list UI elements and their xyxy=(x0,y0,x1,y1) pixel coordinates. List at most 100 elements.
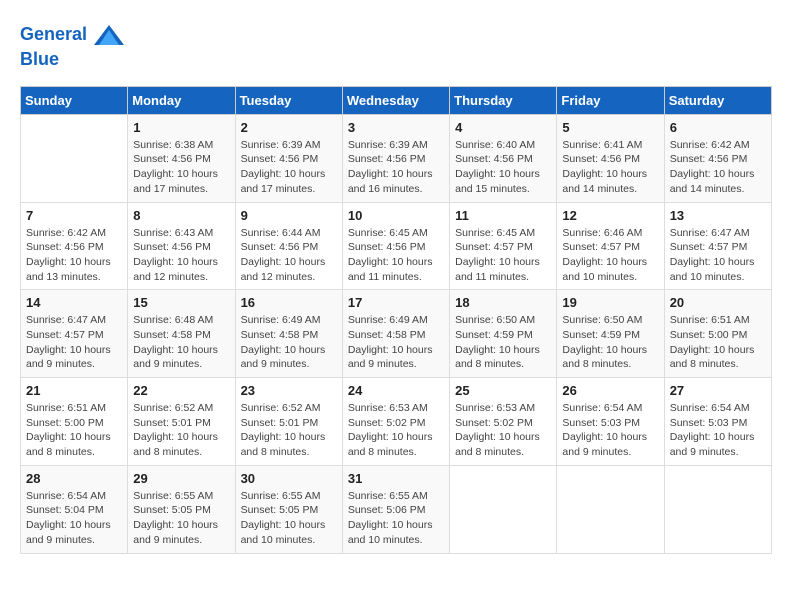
day-info: Sunrise: 6:55 AM Sunset: 5:05 PM Dayligh… xyxy=(133,489,229,548)
calendar-cell: 16Sunrise: 6:49 AM Sunset: 4:58 PM Dayli… xyxy=(235,290,342,378)
page-header: General Blue xyxy=(20,20,772,70)
day-info: Sunrise: 6:45 AM Sunset: 4:56 PM Dayligh… xyxy=(348,226,444,285)
day-info: Sunrise: 6:54 AM Sunset: 5:03 PM Dayligh… xyxy=(562,401,658,460)
calendar-cell xyxy=(21,114,128,202)
day-number: 23 xyxy=(241,383,337,398)
calendar-week-row: 28 Sunrise: 6:54 AM Sunset: 5:04 PM Dayli… xyxy=(21,465,772,553)
calendar-cell: 8 Sunrise: 6:43 AM Sunset: 4:56 PM Daylig… xyxy=(128,202,235,290)
day-info: Sunrise: 6:38 AM Sunset: 4:56 PM Dayligh… xyxy=(133,138,229,197)
day-number: 1 xyxy=(133,120,229,135)
day-number: 6 xyxy=(670,120,766,135)
day-info: Sunrise: 6:50 AM Sunset: 4:59 PM Dayligh… xyxy=(562,313,658,372)
day-number: 4 xyxy=(455,120,551,135)
calendar-cell: 30 Sunrise: 6:55 AM Sunset: 5:05 PM Dayli… xyxy=(235,465,342,553)
day-info: Sunrise: 6:51 AM Sunset: 5:00 PM Dayligh… xyxy=(26,401,122,460)
day-info: Sunrise: 6:53 AM Sunset: 5:02 PM Dayligh… xyxy=(348,401,444,460)
calendar-cell: 29Sunrise: 6:55 AM Sunset: 5:05 PM Dayli… xyxy=(128,465,235,553)
calendar-cell: 7 Sunrise: 6:42 AM Sunset: 4:56 PM Daylig… xyxy=(21,202,128,290)
day-number: 2 xyxy=(241,120,337,135)
day-info: Sunrise: 6:54 AM Sunset: 5:03 PM Dayligh… xyxy=(670,401,766,460)
day-info: Sunrise: 6:49 AM Sunset: 4:58 PM Dayligh… xyxy=(348,313,444,372)
logo-text2: Blue xyxy=(20,50,124,70)
day-info: Sunrise: 6:55 AM Sunset: 5:05 PM Dayligh… xyxy=(241,489,337,548)
day-number: 9 xyxy=(241,208,337,223)
day-number: 8 xyxy=(133,208,229,223)
day-info: Sunrise: 6:43 AM Sunset: 4:56 PM Dayligh… xyxy=(133,226,229,285)
calendar-cell: 22Sunrise: 6:52 AM Sunset: 5:01 PM Dayli… xyxy=(128,378,235,466)
calendar-cell: 17 Sunrise: 6:49 AM Sunset: 4:58 PM Dayli… xyxy=(342,290,449,378)
day-info: Sunrise: 6:48 AM Sunset: 4:58 PM Dayligh… xyxy=(133,313,229,372)
day-number: 20 xyxy=(670,295,766,310)
logo-text: General xyxy=(20,20,124,50)
day-info: Sunrise: 6:47 AM Sunset: 4:57 PM Dayligh… xyxy=(670,226,766,285)
day-info: Sunrise: 6:44 AM Sunset: 4:56 PM Dayligh… xyxy=(241,226,337,285)
day-info: Sunrise: 6:46 AM Sunset: 4:57 PM Dayligh… xyxy=(562,226,658,285)
calendar-cell: 24Sunrise: 6:53 AM Sunset: 5:02 PM Dayli… xyxy=(342,378,449,466)
day-number: 21 xyxy=(26,383,122,398)
day-info: Sunrise: 6:51 AM Sunset: 5:00 PM Dayligh… xyxy=(670,313,766,372)
logo: General Blue xyxy=(20,20,124,70)
weekday-header: Saturday xyxy=(664,86,771,114)
calendar-cell: 26 Sunrise: 6:54 AM Sunset: 5:03 PM Dayli… xyxy=(557,378,664,466)
day-number: 17 xyxy=(348,295,444,310)
day-info: Sunrise: 6:55 AM Sunset: 5:06 PM Dayligh… xyxy=(348,489,444,548)
calendar-cell: 18 Sunrise: 6:50 AM Sunset: 4:59 PM Dayli… xyxy=(450,290,557,378)
day-number: 27 xyxy=(670,383,766,398)
day-number: 11 xyxy=(455,208,551,223)
calendar-week-row: 21 Sunrise: 6:51 AM Sunset: 5:00 PM Dayli… xyxy=(21,378,772,466)
day-number: 28 xyxy=(26,471,122,486)
weekday-header: Monday xyxy=(128,86,235,114)
day-number: 25 xyxy=(455,383,551,398)
calendar-cell: 31Sunrise: 6:55 AM Sunset: 5:06 PM Dayli… xyxy=(342,465,449,553)
calendar-cell: 10Sunrise: 6:45 AM Sunset: 4:56 PM Dayli… xyxy=(342,202,449,290)
day-number: 7 xyxy=(26,208,122,223)
day-info: Sunrise: 6:53 AM Sunset: 5:02 PM Dayligh… xyxy=(455,401,551,460)
day-number: 19 xyxy=(562,295,658,310)
day-info: Sunrise: 6:39 AM Sunset: 4:56 PM Dayligh… xyxy=(241,138,337,197)
calendar-cell xyxy=(557,465,664,553)
calendar-cell: 23 Sunrise: 6:52 AM Sunset: 5:01 PM Dayli… xyxy=(235,378,342,466)
calendar-week-row: 14 Sunrise: 6:47 AM Sunset: 4:57 PM Dayli… xyxy=(21,290,772,378)
calendar-cell: 11Sunrise: 6:45 AM Sunset: 4:57 PM Dayli… xyxy=(450,202,557,290)
calendar-cell: 19 Sunrise: 6:50 AM Sunset: 4:59 PM Dayli… xyxy=(557,290,664,378)
calendar-week-row: 1 Sunrise: 6:38 AM Sunset: 4:56 PM Daylig… xyxy=(21,114,772,202)
calendar-cell xyxy=(664,465,771,553)
day-number: 5 xyxy=(562,120,658,135)
day-number: 15 xyxy=(133,295,229,310)
calendar-cell: 14 Sunrise: 6:47 AM Sunset: 4:57 PM Dayli… xyxy=(21,290,128,378)
day-number: 12 xyxy=(562,208,658,223)
calendar-cell: 13 Sunrise: 6:47 AM Sunset: 4:57 PM Dayli… xyxy=(664,202,771,290)
weekday-header: Thursday xyxy=(450,86,557,114)
calendar-week-row: 7 Sunrise: 6:42 AM Sunset: 4:56 PM Daylig… xyxy=(21,202,772,290)
calendar-cell: 28 Sunrise: 6:54 AM Sunset: 5:04 PM Dayli… xyxy=(21,465,128,553)
day-number: 18 xyxy=(455,295,551,310)
day-info: Sunrise: 6:50 AM Sunset: 4:59 PM Dayligh… xyxy=(455,313,551,372)
calendar-cell: 25 Sunrise: 6:53 AM Sunset: 5:02 PM Dayli… xyxy=(450,378,557,466)
calendar-cell xyxy=(450,465,557,553)
calendar-cell: 15 Sunrise: 6:48 AM Sunset: 4:58 PM Dayli… xyxy=(128,290,235,378)
day-info: Sunrise: 6:42 AM Sunset: 4:56 PM Dayligh… xyxy=(26,226,122,285)
day-number: 13 xyxy=(670,208,766,223)
header-row: SundayMondayTuesdayWednesdayThursdayFrid… xyxy=(21,86,772,114)
calendar-cell: 12 Sunrise: 6:46 AM Sunset: 4:57 PM Dayli… xyxy=(557,202,664,290)
calendar-cell: 1 Sunrise: 6:38 AM Sunset: 4:56 PM Daylig… xyxy=(128,114,235,202)
day-info: Sunrise: 6:39 AM Sunset: 4:56 PM Dayligh… xyxy=(348,138,444,197)
day-info: Sunrise: 6:42 AM Sunset: 4:56 PM Dayligh… xyxy=(670,138,766,197)
weekday-header: Wednesday xyxy=(342,86,449,114)
day-number: 26 xyxy=(562,383,658,398)
day-info: Sunrise: 6:52 AM Sunset: 5:01 PM Dayligh… xyxy=(241,401,337,460)
weekday-header: Sunday xyxy=(21,86,128,114)
calendar-cell: 9 Sunrise: 6:44 AM Sunset: 4:56 PM Daylig… xyxy=(235,202,342,290)
day-info: Sunrise: 6:41 AM Sunset: 4:56 PM Dayligh… xyxy=(562,138,658,197)
day-number: 16 xyxy=(241,295,337,310)
calendar-cell: 27 Sunrise: 6:54 AM Sunset: 5:03 PM Dayli… xyxy=(664,378,771,466)
calendar-cell: 4Sunrise: 6:40 AM Sunset: 4:56 PM Daylig… xyxy=(450,114,557,202)
calendar-cell: 3Sunrise: 6:39 AM Sunset: 4:56 PM Daylig… xyxy=(342,114,449,202)
day-number: 14 xyxy=(26,295,122,310)
day-info: Sunrise: 6:54 AM Sunset: 5:04 PM Dayligh… xyxy=(26,489,122,548)
calendar-cell: 2 Sunrise: 6:39 AM Sunset: 4:56 PM Daylig… xyxy=(235,114,342,202)
day-number: 30 xyxy=(241,471,337,486)
day-info: Sunrise: 6:47 AM Sunset: 4:57 PM Dayligh… xyxy=(26,313,122,372)
day-info: Sunrise: 6:52 AM Sunset: 5:01 PM Dayligh… xyxy=(133,401,229,460)
weekday-header: Tuesday xyxy=(235,86,342,114)
